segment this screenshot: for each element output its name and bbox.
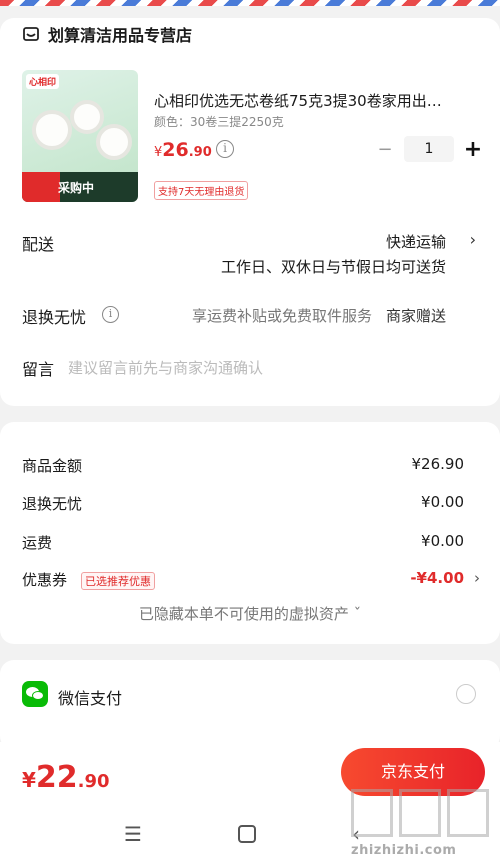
total-integer: 22 xyxy=(35,760,78,795)
thumb-status: 采购中 xyxy=(58,181,95,195)
product-spec: 颜色：30卷三提2250克 xyxy=(154,115,284,129)
returns-fee-value: ¥0.00 xyxy=(421,493,464,511)
store-name: 划算清洁用品专营店 xyxy=(48,26,193,45)
watermark-text: zhizhizhi.com xyxy=(351,843,457,858)
thumb-band-red xyxy=(22,172,60,202)
quantity-input[interactable]: 1 xyxy=(404,136,454,162)
thumb-brand: 心相印 xyxy=(26,74,60,89)
total-price: ¥22.90 xyxy=(22,760,110,795)
watermark-glyph xyxy=(399,789,441,837)
product-price: ¥26.90 xyxy=(154,139,212,161)
hidden-assets-toggle[interactable]: 已隐藏本单不可使用的虚拟资产 ˇ xyxy=(0,603,500,624)
total-decimal: .90 xyxy=(77,771,110,792)
memo-label: 留言 xyxy=(22,360,55,379)
returns-label: 退换无忧 xyxy=(22,308,87,327)
delivery-label: 配送 xyxy=(22,235,55,254)
watermark: zhizhizhi.com xyxy=(345,783,495,865)
returns-fee-label: 退换无忧 xyxy=(22,495,83,513)
increase-button[interactable]: + xyxy=(460,137,486,162)
tissue-roll-image xyxy=(70,100,104,134)
watermark-glyph xyxy=(351,789,393,837)
goods-amount-label: 商品金额 xyxy=(22,457,83,475)
returns-description: 享运费补贴或免费取件服务 xyxy=(191,307,372,325)
home-icon[interactable] xyxy=(238,825,256,843)
price-info-icon[interactable]: i xyxy=(216,140,234,158)
tissue-roll-image xyxy=(96,124,132,160)
decrease-button[interactable]: − xyxy=(372,139,398,160)
product-title[interactable]: 心相印优选无芯卷纸75克3提30卷家用出… xyxy=(154,90,472,111)
chevron-right-icon[interactable]: › xyxy=(470,230,476,249)
watermark-glyph xyxy=(447,789,489,837)
delivery-method[interactable]: 快递运输 xyxy=(386,231,446,252)
store-icon xyxy=(23,27,39,41)
goods-amount-value: ¥26.90 xyxy=(411,455,465,473)
product-thumbnail[interactable]: 心相印 采购中 xyxy=(22,70,138,202)
chevron-right-icon[interactable]: › xyxy=(474,569,480,587)
shipping-fee-value: ¥0.00 xyxy=(421,532,464,550)
return-policy-badge: 支持7天无理由退货 xyxy=(154,181,249,200)
menu-icon[interactable]: ☰ xyxy=(124,822,142,846)
store-header[interactable]: 划算清洁用品专营店 xyxy=(22,22,192,46)
price-decimal: .90 xyxy=(188,145,212,160)
memo-input[interactable]: 建议留言前先与商家沟通确认 xyxy=(68,357,263,378)
payment-method-label[interactable]: 微信支付 xyxy=(58,685,122,709)
payment-radio[interactable] xyxy=(456,684,476,704)
airmail-stripe xyxy=(0,0,500,6)
coupon-label: 优惠券 xyxy=(22,571,68,589)
shipping-fee-label: 运费 xyxy=(22,534,53,552)
returns-info-icon[interactable]: i xyxy=(102,306,119,323)
coupon-badge: 已选推荐优惠 xyxy=(81,572,155,590)
delivery-note: 工作日、双休日与节假日均可送货 xyxy=(220,258,446,276)
total-currency: ¥ xyxy=(22,768,36,792)
coupon-value: -¥4.00 xyxy=(410,569,464,587)
wechat-icon xyxy=(22,681,48,707)
price-integer: 26 xyxy=(162,139,189,161)
returns-gift: 商家赠送 xyxy=(385,307,446,325)
quantity-stepper: − 1 + xyxy=(372,136,486,162)
tissue-roll-image xyxy=(32,110,72,150)
